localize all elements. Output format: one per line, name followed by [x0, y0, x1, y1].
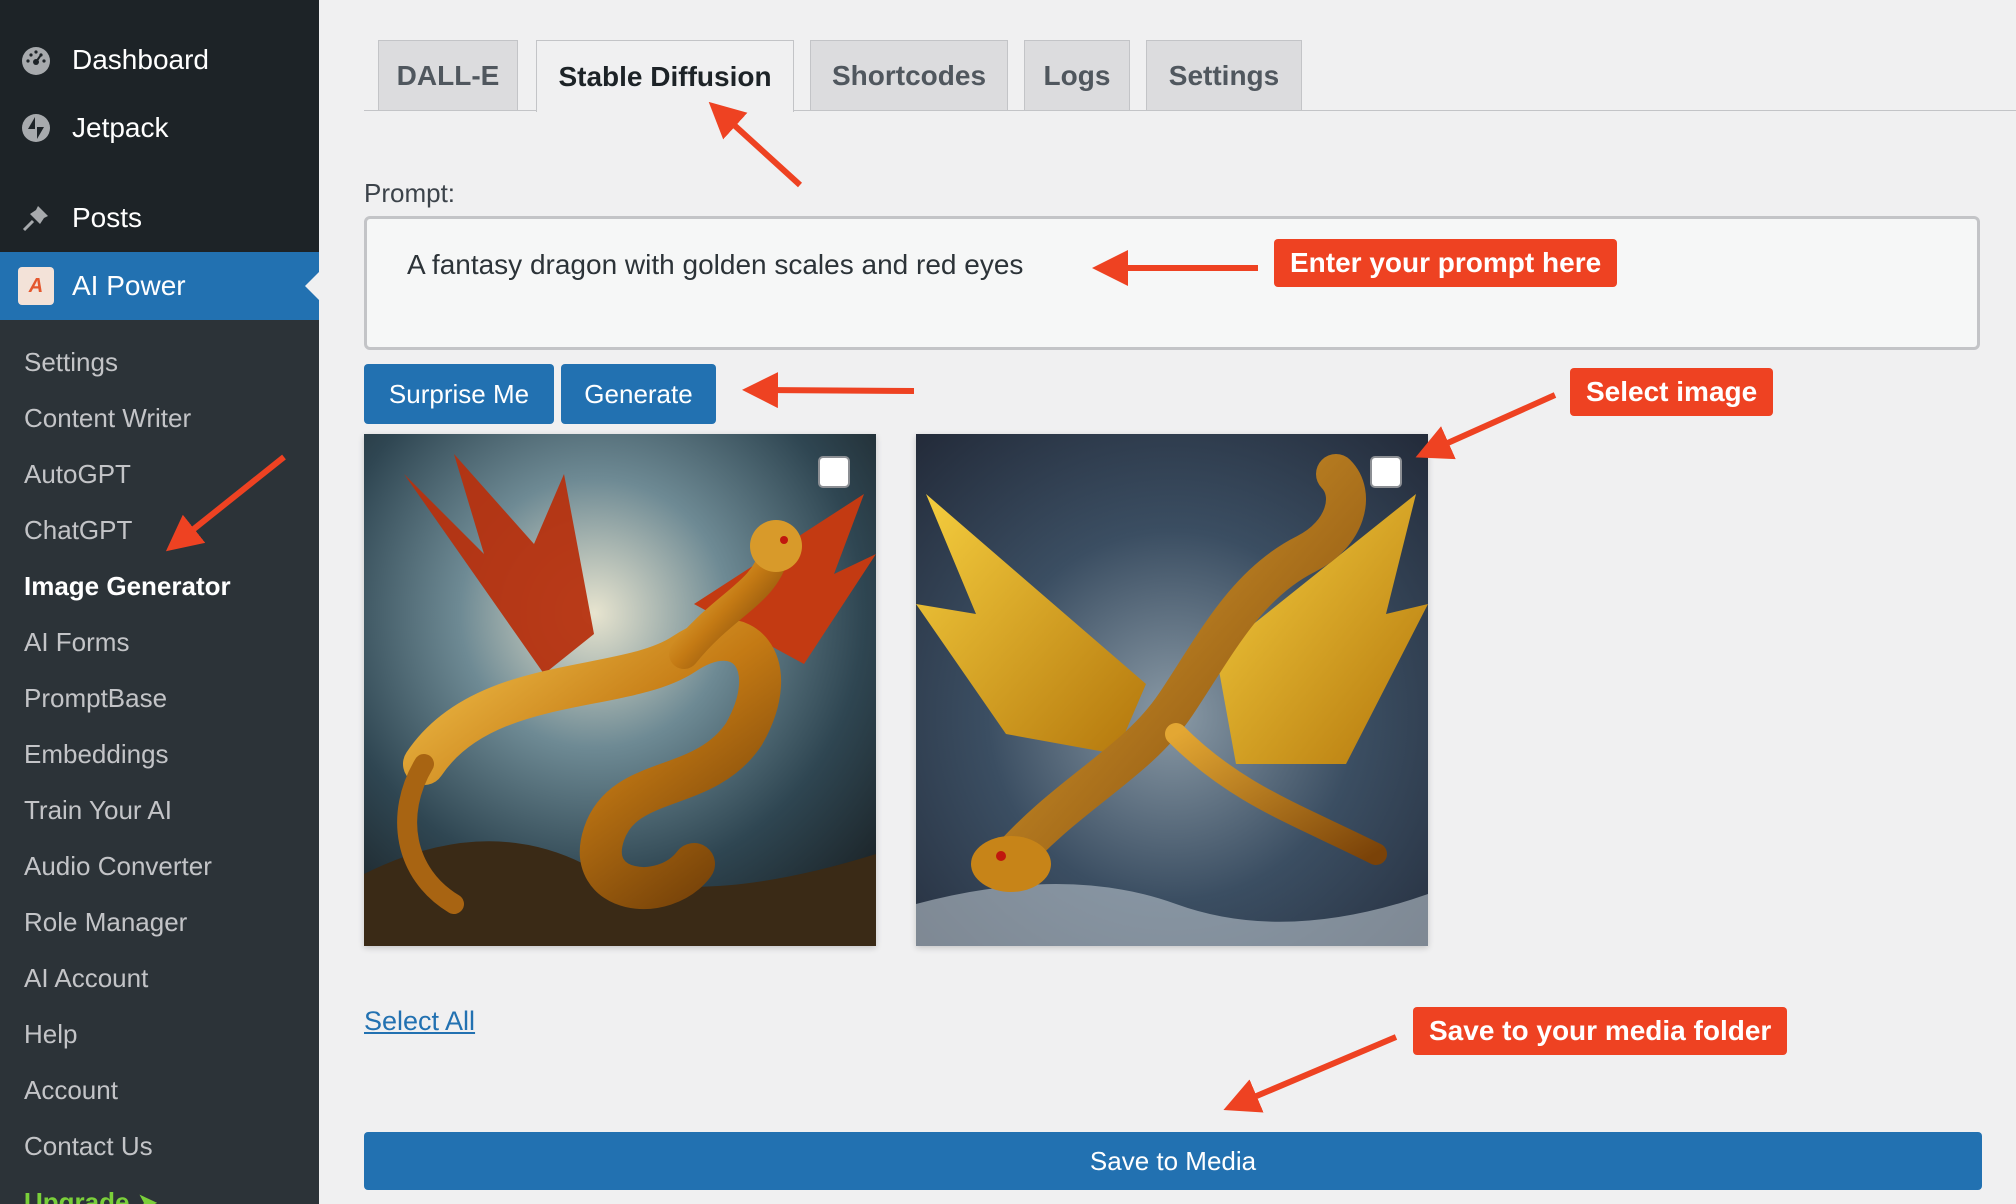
dragon-image-2 — [916, 434, 1428, 946]
generated-image-1[interactable] — [364, 434, 876, 946]
submenu-chatgpt[interactable]: ChatGPT — [0, 502, 319, 558]
submenu-ai-account[interactable]: AI Account — [0, 950, 319, 1006]
generate-button[interactable]: Generate — [561, 364, 716, 424]
callout-save-media: Save to your media folder — [1413, 1007, 1788, 1055]
arrow-to-image-checkbox — [1415, 392, 1557, 460]
ai-power-submenu: Settings Content Writer AutoGPT ChatGPT … — [0, 334, 319, 1204]
jetpack-icon — [18, 110, 54, 146]
tab-stable-diffusion[interactable]: Stable Diffusion — [536, 40, 794, 112]
save-to-media-button[interactable]: Save to Media — [364, 1132, 1982, 1190]
submenu-train-your-ai[interactable]: Train Your AI — [0, 782, 319, 838]
submenu-promptbase[interactable]: PromptBase — [0, 670, 319, 726]
callout-enter-prompt: Enter your prompt here — [1274, 239, 1618, 287]
prompt-label: Prompt: — [364, 178, 456, 208]
image-1-checkbox[interactable] — [818, 456, 850, 488]
arrow-to-generate-button — [742, 372, 915, 409]
admin-sidebar: Dashboard Jetpack Posts A AI Power Setti… — [0, 0, 319, 1204]
menu-item-posts[interactable]: Posts — [0, 188, 319, 248]
submenu-help[interactable]: Help — [0, 1006, 319, 1062]
submenu-ai-forms[interactable]: AI Forms — [0, 614, 319, 670]
tab-dall-e[interactable]: DALL-E — [378, 40, 518, 110]
pin-icon — [18, 200, 54, 236]
submenu-autogpt[interactable]: AutoGPT — [0, 446, 319, 502]
submenu-account[interactable]: Account — [0, 1062, 319, 1118]
submenu-embeddings[interactable]: Embeddings — [0, 726, 319, 782]
submenu-role-manager[interactable]: Role Manager — [0, 894, 319, 950]
menu-label: AI Power — [72, 270, 186, 301]
menu-label: Dashboard — [72, 44, 209, 75]
select-all-link[interactable]: Select All — [364, 1006, 475, 1037]
dragon-image-1 — [364, 434, 876, 946]
callout-select-image: Select image — [1570, 368, 1774, 416]
menu-item-dashboard[interactable]: Dashboard — [0, 30, 319, 90]
arrow-to-save-button — [1223, 1034, 1398, 1113]
submenu-content-writer[interactable]: Content Writer — [0, 390, 319, 446]
prompt-textarea[interactable]: A fantasy dragon with golden scales and … — [364, 216, 1980, 350]
tab-settings[interactable]: Settings — [1146, 40, 1302, 110]
submenu-upgrade[interactable]: Upgrade ➤ — [0, 1174, 319, 1204]
tab-shortcodes[interactable]: Shortcodes — [810, 40, 1008, 110]
generated-image-2[interactable] — [916, 434, 1428, 946]
image-2-checkbox[interactable] — [1370, 456, 1402, 488]
menu-label: Posts — [72, 202, 143, 233]
tab-logs[interactable]: Logs — [1024, 40, 1130, 110]
menu-label: Jetpack — [72, 112, 169, 143]
surprise-me-button[interactable]: Surprise Me — [364, 364, 554, 424]
dashboard-icon — [18, 42, 54, 78]
menu-item-ai-power[interactable]: A AI Power — [0, 252, 319, 320]
submenu-contact-us[interactable]: Contact Us — [0, 1118, 319, 1174]
ai-power-logo-icon: A — [18, 267, 54, 305]
submenu-image-generator[interactable]: Image Generator — [0, 558, 319, 614]
arrow-to-stable-diffusion-tab — [708, 101, 803, 188]
menu-item-jetpack[interactable]: Jetpack — [0, 98, 319, 158]
submenu-audio-converter[interactable]: Audio Converter — [0, 838, 319, 894]
submenu-settings[interactable]: Settings — [0, 334, 319, 390]
